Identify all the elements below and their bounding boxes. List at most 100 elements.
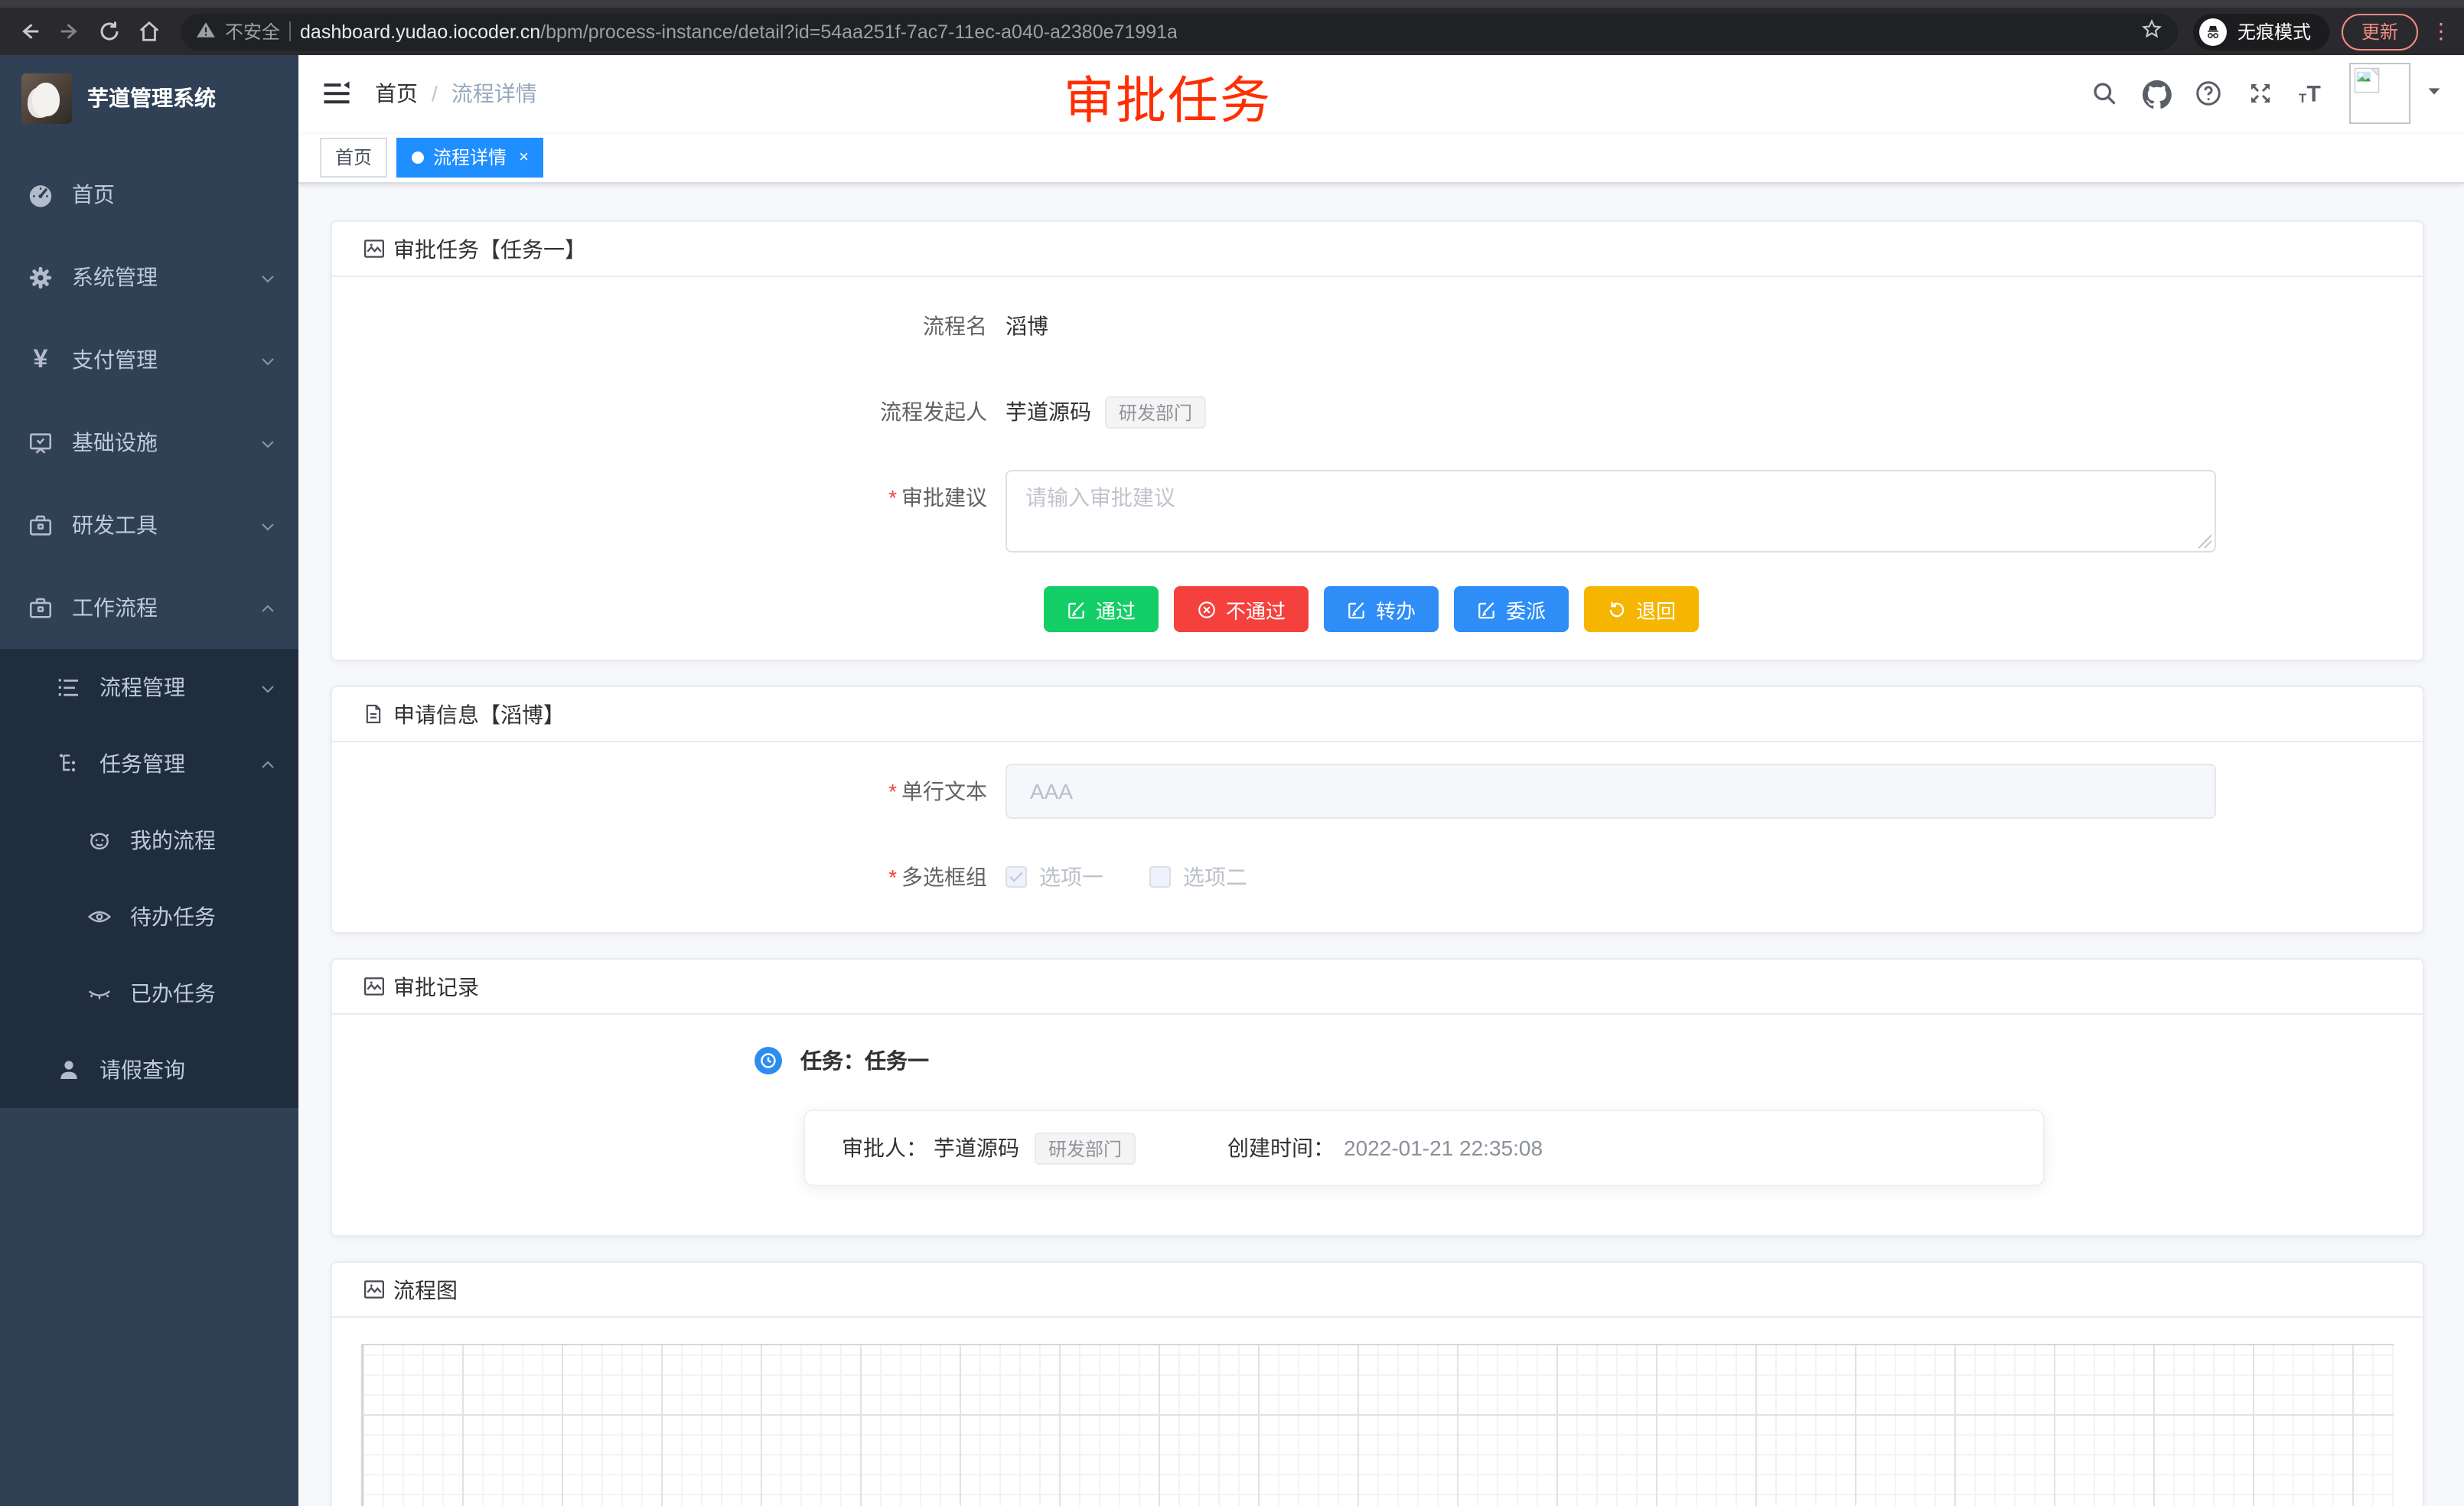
content: 审批任务【任务一】 流程名 滔博 流程发起人 芋道源码 研发部门 xyxy=(298,184,2464,1506)
delegate-button[interactable]: 委派 xyxy=(1454,586,1569,632)
bookmark-star-icon[interactable] xyxy=(2141,18,2163,44)
sidebar-item-devtools[interactable]: 研发工具 xyxy=(0,484,298,566)
checkbox-checked-icon xyxy=(1005,866,1027,888)
chevron-down-icon xyxy=(259,678,277,696)
chevron-down-icon xyxy=(259,433,277,451)
tab-process-detail[interactable]: 流程详情 × xyxy=(396,137,544,177)
sidebar-item-leave-query[interactable]: 请假查询 xyxy=(0,1032,298,1108)
approval-record-card: 审批记录 任务：任务一 审批人： 芋道源码 研发部门 创建时间： xyxy=(331,958,2424,1237)
back-icon[interactable] xyxy=(12,15,46,48)
transfer-button[interactable]: 转办 xyxy=(1324,586,1439,632)
breadcrumb-home[interactable]: 首页 xyxy=(375,78,418,109)
sidebar-item-infra[interactable]: 基础设施 xyxy=(0,401,298,484)
suggestion-row: *审批建议 请输入审批建议 xyxy=(363,470,2392,553)
sidebar: 芋道管理系统 首页 系统管理 ¥ 支付管理 xyxy=(0,55,298,1506)
textarea-placeholder: 请输入审批建议 xyxy=(1025,485,1175,510)
caret-down-icon[interactable] xyxy=(2426,80,2443,107)
divider xyxy=(289,21,291,41)
sidebar-item-home[interactable]: 首页 xyxy=(0,153,298,236)
sidebar-item-system[interactable]: 系统管理 xyxy=(0,236,298,318)
search-icon[interactable] xyxy=(2089,78,2120,109)
svg-text:T: T xyxy=(2307,82,2321,107)
page: 不安全 dashboard.yudao.iocoder.cn/bpm/proce… xyxy=(0,0,2464,1506)
checkbox-group-row: *多选框组 选项一 选项二 xyxy=(363,849,2392,905)
text-field-label: *单行文本 xyxy=(363,776,1005,807)
picture-outline-icon xyxy=(363,1278,386,1301)
approve-button[interactable]: 通过 xyxy=(1044,586,1159,632)
svg-text:T: T xyxy=(2299,92,2306,106)
chevron-up-icon xyxy=(259,755,277,773)
edit-icon xyxy=(1067,599,1087,619)
close-icon[interactable]: × xyxy=(519,148,529,166)
user-icon xyxy=(55,1057,81,1083)
avatar[interactable] xyxy=(2349,63,2410,124)
resize-grip[interactable] xyxy=(2198,534,2211,548)
apply-info-card: 申请信息【滔博】 *单行文本 AAA *多选框组 选项一 xyxy=(331,686,2424,934)
tab-home[interactable]: 首页 xyxy=(320,137,387,177)
chevron-down-icon xyxy=(259,350,277,369)
incognito-label: 无痕模式 xyxy=(2237,18,2311,44)
bpmn-canvas[interactable] xyxy=(361,1344,2394,1506)
dashboard-icon xyxy=(28,181,54,207)
github-icon[interactable] xyxy=(2141,78,2172,109)
eye-closed-icon xyxy=(86,980,112,1006)
toolbox-icon xyxy=(28,512,54,538)
chevron-down-icon xyxy=(259,516,277,534)
gear-icon xyxy=(28,264,54,290)
dept-tag: 研发部门 xyxy=(1035,1132,1136,1164)
reload-icon[interactable] xyxy=(92,15,125,48)
sidebar-item-my-process[interactable]: 我的流程 xyxy=(0,802,298,878)
app-title: 芋道管理系统 xyxy=(87,83,216,113)
sidebar-item-done-tasks[interactable]: 已办任务 xyxy=(0,955,298,1032)
checkbox-option-1: 选项一 xyxy=(1005,862,1103,892)
apply-card-title: 申请信息【滔博】 xyxy=(393,699,565,729)
flow-diagram-card: 流程图 xyxy=(331,1261,2424,1506)
suggestion-textarea[interactable]: 请输入审批建议 xyxy=(1005,470,2216,553)
suggestion-label: *审批建议 xyxy=(363,470,1005,513)
list-icon xyxy=(55,674,81,700)
sidebar-item-task-mgmt[interactable]: 任务管理 xyxy=(0,725,298,802)
clock-icon xyxy=(755,1047,782,1074)
sidebar-collapse-icon[interactable] xyxy=(320,77,354,110)
fullscreen-icon[interactable] xyxy=(2245,78,2276,109)
home-icon[interactable] xyxy=(132,15,165,48)
toolbox-icon xyxy=(28,595,54,621)
process-name-label: 流程名 xyxy=(363,311,1005,341)
tree-icon xyxy=(55,751,81,777)
process-name-value: 滔博 xyxy=(1005,311,1048,341)
sidebar-item-pay[interactable]: ¥ 支付管理 xyxy=(0,318,298,401)
approval-card-title: 审批任务【任务一】 xyxy=(393,233,586,264)
approver-label: 审批人： xyxy=(842,1133,927,1163)
sidebar-item-process-mgmt[interactable]: 流程管理 xyxy=(0,649,298,725)
font-size-icon[interactable]: TT xyxy=(2297,78,2328,109)
circle-close-icon xyxy=(1197,599,1217,619)
picture-outline-icon xyxy=(363,975,386,998)
security-label: 不安全 xyxy=(225,18,280,44)
chevron-down-icon xyxy=(259,268,277,286)
chevron-up-icon xyxy=(259,598,277,617)
help-icon[interactable] xyxy=(2193,78,2224,109)
created-label: 创建时间： xyxy=(1227,1133,1335,1163)
sidebar-item-todo-tasks[interactable]: 待办任务 xyxy=(0,878,298,955)
breadcrumb: 首页 / 流程详情 xyxy=(375,78,537,109)
text-field-row: *单行文本 AAA xyxy=(363,764,2392,819)
app-logo-row[interactable]: 芋道管理系统 xyxy=(0,55,298,141)
return-button[interactable]: 退回 xyxy=(1584,586,1699,632)
sidebar-item-workflow[interactable]: 工作流程 xyxy=(0,566,298,649)
forward-icon[interactable] xyxy=(52,15,86,48)
workflow-submenu: 流程管理 任务管理 我的流程 待办任务 xyxy=(0,649,298,1108)
monitor-icon xyxy=(28,429,54,455)
yen-icon: ¥ xyxy=(28,347,54,373)
checkbox-group-label: *多选框组 xyxy=(363,862,1005,892)
browser-menu-icon[interactable]: ⋮ xyxy=(2430,18,2452,44)
face-icon xyxy=(86,827,112,853)
created-time: 2022-01-21 22:35:08 xyxy=(1344,1136,1543,1160)
url-bar[interactable]: 不安全 dashboard.yudao.iocoder.cn/bpm/proce… xyxy=(181,13,2178,50)
edit-icon xyxy=(1347,599,1367,619)
record-card-title: 审批记录 xyxy=(393,971,479,1002)
apply-card-header: 申请信息【滔博】 xyxy=(332,687,2423,742)
annotation-title: 审批任务 xyxy=(1064,60,1272,133)
update-button[interactable]: 更新 xyxy=(2342,13,2418,50)
tags-view: 首页 流程详情 × xyxy=(298,132,2464,184)
reject-button[interactable]: 不通过 xyxy=(1174,586,1309,632)
